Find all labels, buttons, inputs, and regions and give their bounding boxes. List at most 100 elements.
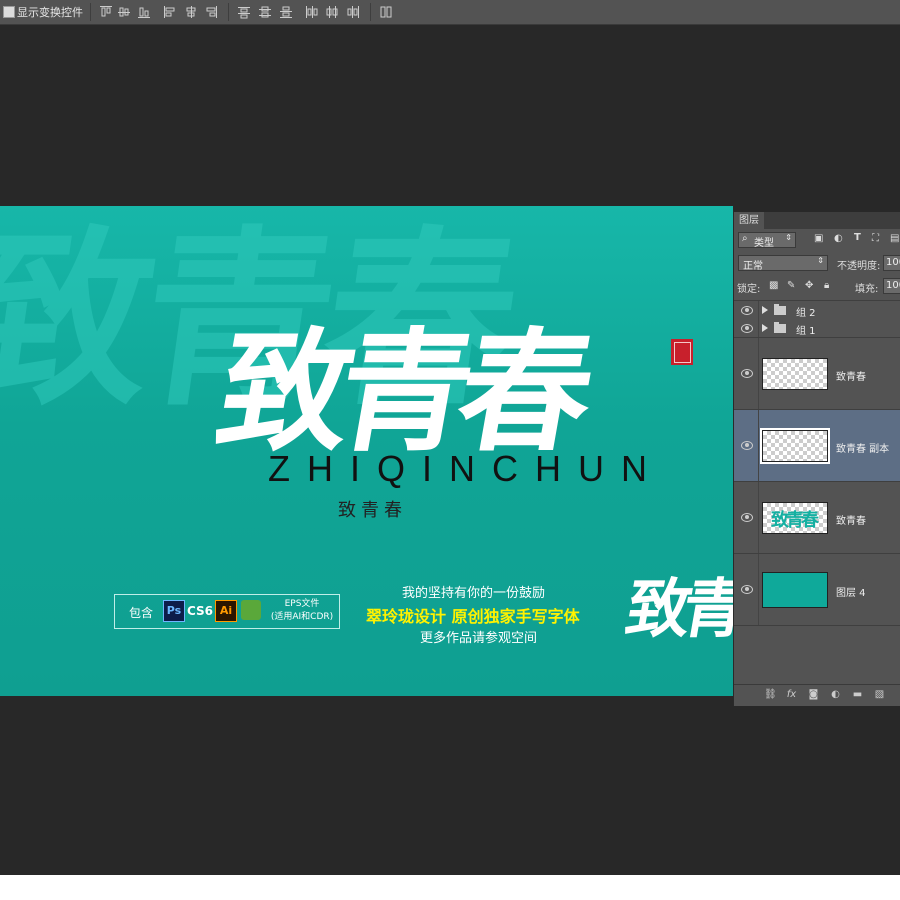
panel-tabbar: 图层: [734, 212, 900, 229]
layer-name: 致青春: [836, 516, 866, 527]
expand-triangle-icon[interactable]: [762, 324, 768, 332]
layer-row[interactable]: 致青春: [734, 338, 900, 410]
eps-icon: [241, 600, 261, 620]
slogan-line2: 翠玲珑设计 原创独家手写字体: [366, 607, 580, 626]
distribute-top-icon[interactable]: [237, 5, 251, 19]
row-divider: [758, 482, 759, 553]
illustrator-icon: Ai: [215, 600, 237, 622]
align-top-icon[interactable]: [99, 5, 113, 19]
subtitle-text: 致青春: [338, 500, 407, 521]
separator: [370, 3, 371, 21]
separator: [228, 3, 229, 21]
thumbnail-calligraphy: 致青春: [771, 510, 819, 531]
layers-panel: 图层 ⌕ 类型 ⇕ ▣ ◐ T ⛶ ▤ 正常 ⇕ 不透明度: 100 锁定: ▩…: [733, 212, 900, 706]
fill-value: 100: [886, 280, 900, 291]
row-divider: [758, 554, 759, 625]
show-transform-checkbox[interactable]: [3, 6, 15, 18]
lock-transparent-icon[interactable]: ▩: [769, 280, 778, 291]
show-transform-label: 显示变换控件: [17, 6, 83, 19]
layer-row[interactable]: 致青春 致青春: [734, 482, 900, 554]
layer-thumbnail: 致青春: [762, 502, 828, 534]
opacity-label: 不透明度:: [837, 261, 881, 272]
adjustment-filter-icon[interactable]: ◐: [834, 233, 843, 244]
red-seal-stamp: [671, 339, 693, 365]
align-vcenter-icon[interactable]: [117, 5, 131, 19]
shape-filter-icon[interactable]: ⛶: [872, 233, 879, 244]
lock-image-icon[interactable]: ✎: [787, 280, 795, 291]
group-name: 组 2: [796, 308, 816, 319]
distribute-bottom-icon[interactable]: [279, 5, 293, 19]
separator: [90, 3, 91, 21]
distribute-vcenter-icon[interactable]: [258, 5, 272, 19]
eye-icon[interactable]: [741, 324, 753, 333]
pixel-filter-icon[interactable]: ▣: [814, 233, 823, 244]
align-left-icon[interactable]: [163, 5, 177, 19]
layer-name: 致青春: [836, 372, 866, 383]
cs6-label: CS6: [187, 604, 214, 618]
chevron-updown-icon: ⇕: [785, 233, 792, 242]
align-bottom-icon[interactable]: [137, 5, 151, 19]
fill-input[interactable]: 100: [883, 278, 900, 294]
folder-icon[interactable]: ▬: [852, 689, 863, 700]
tab-layers[interactable]: 图层: [734, 212, 764, 229]
eye-icon[interactable]: [741, 441, 753, 450]
document-canvas[interactable]: 致青春 致青春 ZHIQINCHUN 致青春 致青 包含 Ps CS6 Ai E…: [0, 206, 733, 696]
row-divider: [758, 301, 759, 319]
filter-kind-value: 类型: [754, 238, 774, 249]
search-icon: ⌕: [742, 233, 748, 244]
type-filter-icon[interactable]: T: [854, 232, 861, 243]
layer-row[interactable]: 图层 4: [734, 554, 900, 626]
eps-line2: (适用AI和CDR): [270, 612, 334, 622]
slogan-line3: 更多作品请参观空间: [420, 631, 538, 646]
blend-mode-select[interactable]: 正常 ⇕: [738, 255, 828, 272]
distribute-right-icon[interactable]: [346, 5, 360, 19]
options-bar: 显示变换控件: [0, 0, 900, 25]
opacity-input[interactable]: 100: [883, 255, 900, 271]
layer-thumbnail: [760, 428, 830, 464]
eye-icon[interactable]: [741, 585, 753, 594]
row-divider: [758, 338, 759, 409]
eye-icon[interactable]: [741, 513, 753, 522]
layer-row-selected[interactable]: 致青春 副本: [734, 410, 900, 482]
layer-group-row[interactable]: 组 2: [734, 300, 900, 320]
link-icon[interactable]: ⛓: [764, 689, 777, 700]
eye-icon[interactable]: [741, 306, 753, 315]
layer-name: 图层 4: [836, 588, 866, 599]
includes-label: 包含: [129, 606, 154, 620]
eps-line1: EPS文件: [284, 599, 320, 609]
lock-label: 锁定:: [737, 284, 761, 295]
distribute-left-icon[interactable]: [304, 5, 318, 19]
auto-align-icon[interactable]: [379, 5, 393, 19]
eye-icon[interactable]: [741, 369, 753, 378]
align-right-icon[interactable]: [204, 5, 218, 19]
row-divider: [758, 410, 759, 481]
blend-mode-value: 正常: [743, 261, 763, 272]
layer-thumbnail: [762, 358, 828, 390]
layer-thumbnail: [762, 572, 828, 608]
row-divider: [758, 319, 759, 337]
eps-label: EPS文件 (适用AI和CDR): [267, 598, 337, 624]
align-hcenter-icon[interactable]: [184, 5, 198, 19]
distribute-hcenter-icon[interactable]: [325, 5, 339, 19]
folder-icon: [774, 304, 786, 315]
mask-icon[interactable]: ◙: [808, 689, 819, 700]
photoshop-icon: Ps: [163, 600, 185, 622]
layer-group-row[interactable]: 组 1: [734, 319, 900, 338]
new-layer-icon[interactable]: ▧: [874, 689, 885, 700]
software-compat-box: 包含 Ps CS6 Ai EPS文件 (适用AI和CDR): [114, 594, 340, 629]
lock-all-icon[interactable]: 🔒︎: [824, 280, 829, 291]
adjustment-icon[interactable]: ◐: [830, 689, 841, 700]
fx-icon[interactable]: fx: [786, 689, 797, 700]
layer-name: 致青春 副本: [836, 444, 890, 455]
opacity-value: 100: [886, 257, 900, 268]
corner-calligraphy: 致青: [620, 572, 733, 647]
smart-object-filter-icon[interactable]: ▤: [890, 233, 899, 244]
group-name: 组 1: [796, 326, 816, 337]
fill-label: 填充:: [855, 284, 879, 295]
expand-triangle-icon[interactable]: [762, 306, 768, 314]
filter-kind-select[interactable]: ⌕ 类型 ⇕: [738, 232, 796, 249]
pinyin-text: ZHIQINCHUN: [268, 448, 664, 489]
folder-icon: [774, 322, 786, 333]
slogan-line1: 我的坚持有你的一份鼓励: [402, 586, 546, 601]
lock-position-icon[interactable]: ✥: [805, 280, 813, 291]
